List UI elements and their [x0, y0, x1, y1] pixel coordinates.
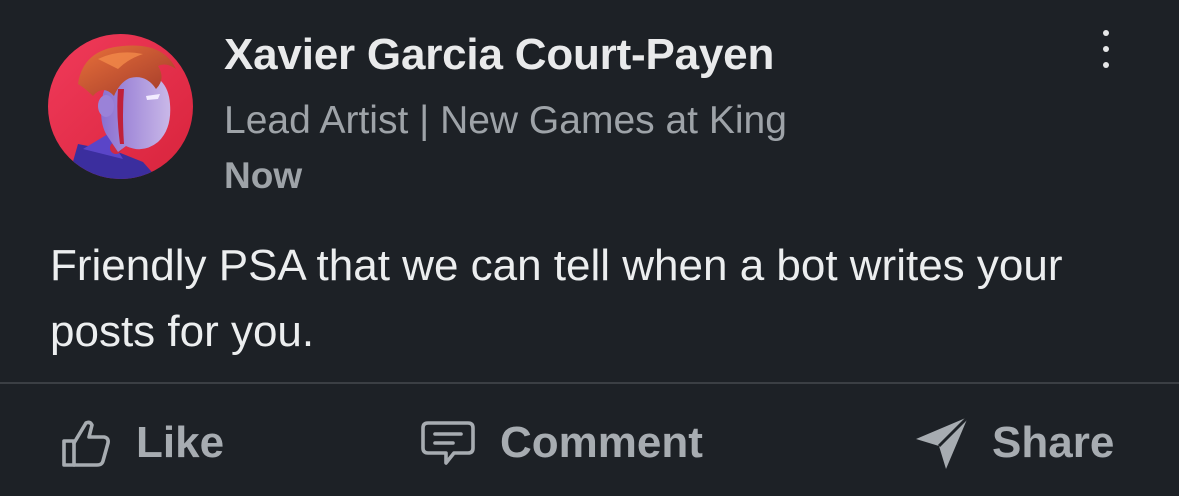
divider [0, 382, 1179, 384]
more-vertical-icon[interactable] [1088, 26, 1124, 72]
share-button[interactable]: Share [912, 405, 1114, 481]
like-label: Like [136, 418, 225, 467]
comment-button[interactable]: Comment [418, 405, 703, 481]
post-body-text: Friendly PSA that we can tell when a bot… [50, 241, 1063, 356]
comment-label: Comment [500, 418, 703, 467]
post-timestamp: Now [224, 155, 303, 196]
avatar-illustration [48, 34, 193, 179]
feed-post: Xavier Garcia Court-Payen Lead Artist | … [0, 0, 1179, 496]
author-headline: Lead Artist | New Games at King [224, 99, 787, 142]
author-avatar[interactable] [48, 34, 193, 179]
menu-dot [1103, 62, 1109, 68]
thumbs-up-icon [58, 415, 114, 471]
menu-dot [1103, 46, 1109, 52]
author-name[interactable]: Xavier Garcia Court-Payen [224, 30, 774, 80]
menu-dot [1103, 30, 1109, 36]
share-label: Share [992, 418, 1115, 467]
comment-icon [418, 415, 478, 471]
like-button[interactable]: Like [58, 405, 224, 481]
send-icon [912, 413, 972, 473]
